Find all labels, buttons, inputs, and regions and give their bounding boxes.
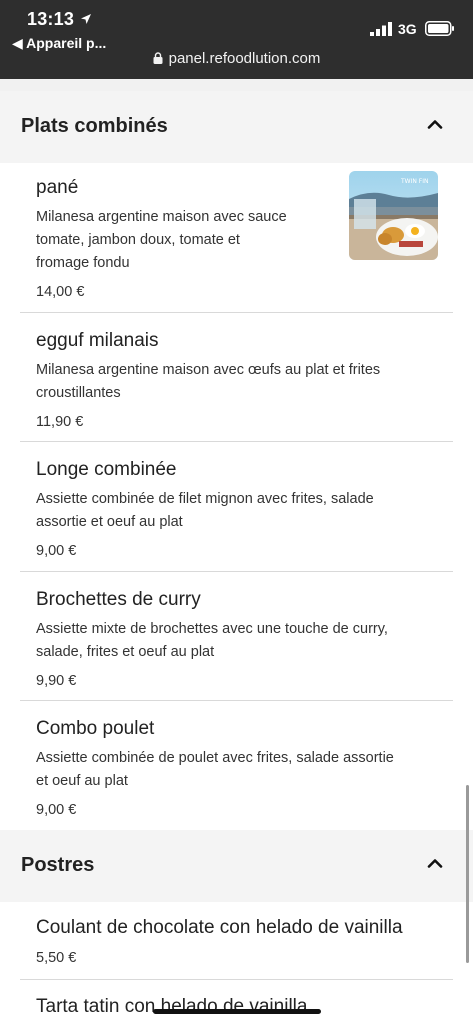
section-title: Postres — [21, 854, 95, 876]
item-price: 9,90 € — [36, 673, 77, 689]
menu-item[interactable]: pané Milanesa argentine maison avec sauc… — [36, 176, 336, 301]
item-description-line: salade, frites et oeuf au plat — [36, 644, 215, 660]
item-price: 9,00 € — [36, 802, 77, 818]
item-description: Assiette combinée de poulet avec frites,… — [36, 747, 453, 793]
item-description-line: Assiette mixte de brochettes avec une to… — [36, 621, 388, 637]
item-description-line: fromage fondu — [36, 255, 130, 271]
lock-icon — [153, 52, 163, 64]
home-indicator[interactable] — [153, 1009, 321, 1014]
location-arrow-icon — [81, 14, 91, 24]
section-title: Plats combinés — [21, 115, 168, 137]
item-name: Brochettes de curry — [36, 589, 201, 610]
address-bar[interactable]: panel.refoodlution.com — [0, 50, 473, 67]
divider — [20, 700, 453, 701]
item-description: Milanesa argentine maison avec sauce tom… — [36, 206, 336, 275]
item-price: 11,90 € — [36, 414, 84, 430]
divider — [20, 979, 453, 980]
item-name: Coulant de chocolate con helado de vaini… — [36, 917, 403, 938]
item-photo[interactable]: TWIN FIN — [349, 171, 438, 260]
status-time: 13:13 — [27, 9, 75, 29]
item-price: 9,00 € — [36, 543, 77, 559]
item-description-line: Assiette combinée de poulet avec frites,… — [36, 750, 394, 766]
chevron-up-icon[interactable] — [427, 119, 443, 129]
battery-icon — [425, 21, 454, 36]
network-type: 3G — [398, 21, 417, 37]
item-description-line: assortie et oeuf au plat — [36, 514, 183, 530]
item-name: egguf milanais — [36, 330, 159, 351]
menu-item[interactable]: Combo poulet Assiette combinée de poulet… — [36, 717, 453, 819]
item-name: Longe combinée — [36, 459, 177, 480]
divider — [20, 312, 453, 313]
scrollbar[interactable] — [466, 785, 469, 963]
item-price: 5,50 € — [36, 950, 77, 966]
section-header-postres[interactable]: Postres — [0, 830, 473, 902]
divider — [20, 571, 453, 572]
item-description: Assiette combinée de filet mignon avec f… — [36, 488, 453, 534]
cellular-signal-icon — [370, 22, 392, 36]
browser-top-bar: 13:13 ◀ Appareil p... 3G panel.refoodlut… — [0, 0, 473, 79]
item-description: Assiette mixte de brochettes avec une to… — [36, 618, 453, 664]
item-name: pané — [36, 177, 79, 198]
item-description-line: Milanesa argentine maison avec sauce — [36, 209, 287, 225]
menu-item[interactable]: Brochettes de curry Assiette mixte de br… — [36, 588, 453, 690]
chevron-up-icon[interactable] — [427, 858, 443, 868]
item-description-line: Assiette combinée de filet mignon avec f… — [36, 491, 374, 507]
menu-item[interactable]: egguf milanais Milanesa argentine maison… — [36, 329, 453, 431]
menu-item[interactable]: Tarta tatin con helado de vainilla — [36, 995, 453, 1019]
menu-item[interactable]: Coulant de chocolate con helado de vaini… — [36, 916, 453, 967]
item-name: Tarta tatin con helado de vainilla — [36, 996, 308, 1017]
section-spacer — [0, 79, 473, 91]
item-description-line: croustillantes — [36, 385, 121, 401]
thumb-text: TWIN FIN — [400, 178, 428, 185]
item-description-line: Milanesa argentine maison avec œufs au p… — [36, 362, 381, 378]
item-description-line: tomate, jambon doux, tomate et — [36, 232, 240, 248]
item-description: Milanesa argentine maison avec œufs au p… — [36, 359, 453, 405]
item-name: Combo poulet — [36, 718, 155, 739]
url-text: panel.refoodlution.com — [168, 50, 321, 67]
divider — [20, 441, 453, 442]
item-price: 14,00 € — [36, 284, 85, 300]
section-header-plats-combines[interactable]: Plats combinés — [0, 91, 473, 163]
menu-item[interactable]: Longe combinée Assiette combinée de file… — [36, 458, 453, 560]
item-description-line: et oeuf au plat — [36, 773, 128, 789]
